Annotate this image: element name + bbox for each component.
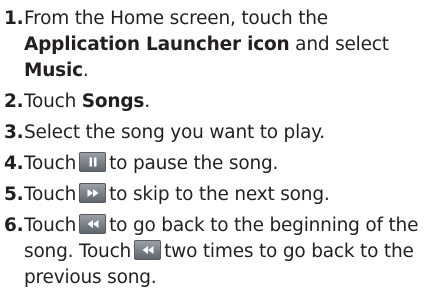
fast-forward-icon (79, 183, 107, 203)
step-6: 6. Touch to go back to the beginning of t… (0, 213, 438, 291)
step-number: 6. (4, 215, 24, 236)
step-text: Touch Songs. (24, 91, 150, 112)
step-number: 5. (4, 184, 24, 205)
step-text-part: . (82, 60, 89, 81)
step-text: Touch to go back to the beginning of the … (24, 214, 418, 288)
step-text-part: to skip to the next song. (109, 184, 330, 205)
rewind-icon (134, 240, 162, 260)
step-text-part: to pause the song. (109, 153, 279, 174)
step-text: From the Home screen, touch the Applicat… (24, 8, 389, 81)
step-emphasis: Music (24, 60, 83, 81)
step-number: 2. (4, 91, 24, 112)
step-text-part: and select (289, 34, 389, 55)
step-text-part: Touch (24, 215, 77, 236)
step-text-part: Touch (24, 184, 77, 205)
step-4: 4. Touch to pause the song. (0, 151, 438, 177)
step-text-part: Touch (24, 153, 77, 174)
step-text: Touch to skip to the next song. (24, 183, 330, 205)
step-5: 5. Touch to skip to the next song. (0, 182, 438, 208)
step-text-part: From the Home screen, touch the (24, 8, 328, 29)
step-number: 3. (4, 122, 24, 143)
step-number: 1. (4, 8, 24, 29)
step-emphasis: Application Launcher icon (24, 34, 290, 55)
step-number: 4. (4, 153, 24, 174)
steps-list: 1. From the Home screen, touch the Appli… (0, 6, 438, 296)
step-text: Select the song you want to play. (24, 122, 325, 143)
rewind-icon (79, 214, 107, 234)
pause-icon (79, 152, 107, 172)
step-1: 1. From the Home screen, touch the Appli… (0, 6, 438, 84)
step-2: 2. Touch Songs. (0, 89, 438, 115)
step-emphasis: Songs (81, 91, 145, 112)
step-text-part: Touch (24, 91, 82, 112)
step-text: Touch to pause the song. (24, 152, 279, 174)
step-text-part: . (144, 91, 150, 112)
step-3: 3. Select the song you want to play. (0, 120, 438, 146)
